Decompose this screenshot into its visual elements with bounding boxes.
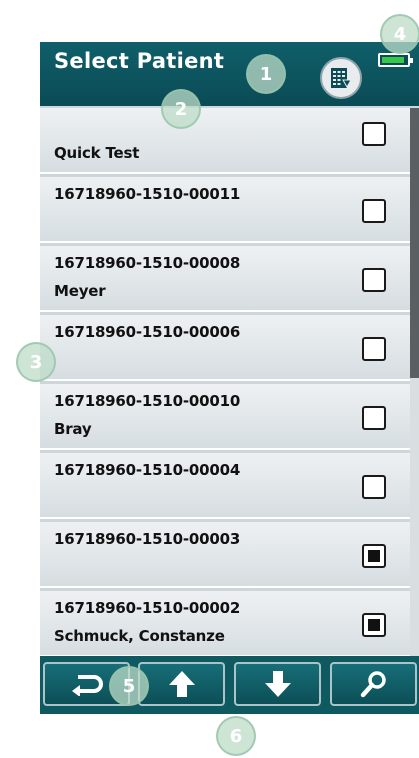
patient-checkbox[interactable] xyxy=(362,613,386,637)
patient-checkbox[interactable] xyxy=(362,122,386,146)
patient-checkbox[interactable] xyxy=(362,544,386,568)
patient-row[interactable]: 16718960-1510-00004 xyxy=(40,453,410,519)
patient-row[interactable]: 16718960-1510-00006 xyxy=(40,315,410,381)
patient-row[interactable]: 16718960-1510-00008 Meyer xyxy=(40,246,410,312)
patient-id: 16718960-1510-00006 xyxy=(54,323,241,341)
patient-checkbox[interactable] xyxy=(362,268,386,292)
patient-row[interactable]: 16718960-1510-00002 Schmuck, Constanze xyxy=(40,591,410,657)
scroll-up-button[interactable] xyxy=(138,662,225,706)
scrollbar[interactable] xyxy=(410,108,419,702)
callout-2: 2 xyxy=(161,89,201,129)
callout-5: 5 xyxy=(109,666,149,706)
scroll-down-button[interactable] xyxy=(234,662,321,706)
patient-checkbox[interactable] xyxy=(362,475,386,499)
scrollbar-thumb[interactable] xyxy=(410,108,419,378)
patient-row[interactable]: 16718960-1510-00003 xyxy=(40,522,410,588)
search-icon xyxy=(360,671,386,698)
patient-list-button[interactable] xyxy=(320,57,362,99)
patient-id: 16718960-1510-00010 xyxy=(54,392,241,410)
patient-checkbox[interactable] xyxy=(362,406,386,430)
patient-checkbox[interactable] xyxy=(362,337,386,361)
patient-list-icon xyxy=(331,68,352,89)
arrow-down-icon xyxy=(264,671,291,697)
patient-id: 16718960-1510-00011 xyxy=(54,185,241,203)
patient-id: 16718960-1510-00002 xyxy=(54,599,241,617)
back-icon xyxy=(71,675,103,696)
patient-id: 16718960-1510-00008 xyxy=(54,254,241,272)
battery-icon xyxy=(378,53,413,67)
patient-row[interactable]: Quick Test xyxy=(40,108,410,174)
search-button[interactable] xyxy=(330,662,417,706)
page-title: Select Patient xyxy=(54,49,225,73)
patient-name: Bray xyxy=(54,420,92,438)
patient-name: Meyer xyxy=(54,282,106,300)
device-screen: Select Patient Quick Test 16718960-1510-0… xyxy=(40,42,419,714)
callout-1: 1 xyxy=(246,54,286,94)
patient-row[interactable]: 16718960-1510-00011 xyxy=(40,177,410,243)
callout-6: 6 xyxy=(216,716,256,756)
patient-row[interactable]: 16718960-1510-00010 Bray xyxy=(40,384,410,450)
header-bar: Select Patient xyxy=(40,42,419,106)
patient-id: 16718960-1510-00004 xyxy=(54,461,241,479)
patient-name: Quick Test xyxy=(54,144,140,162)
patient-id: 16718960-1510-00003 xyxy=(54,530,241,548)
battery-level-fill xyxy=(382,57,404,63)
arrow-up-icon xyxy=(168,671,195,697)
patient-list[interactable]: Quick Test 16718960-1510-00011 16718960-15… xyxy=(40,108,410,702)
patient-name: Schmuck, Constanze xyxy=(54,627,225,645)
patient-checkbox[interactable] xyxy=(362,199,386,223)
footer-toolbar xyxy=(40,656,419,714)
callout-4: 4 xyxy=(380,14,419,54)
callout-3: 3 xyxy=(16,342,56,382)
